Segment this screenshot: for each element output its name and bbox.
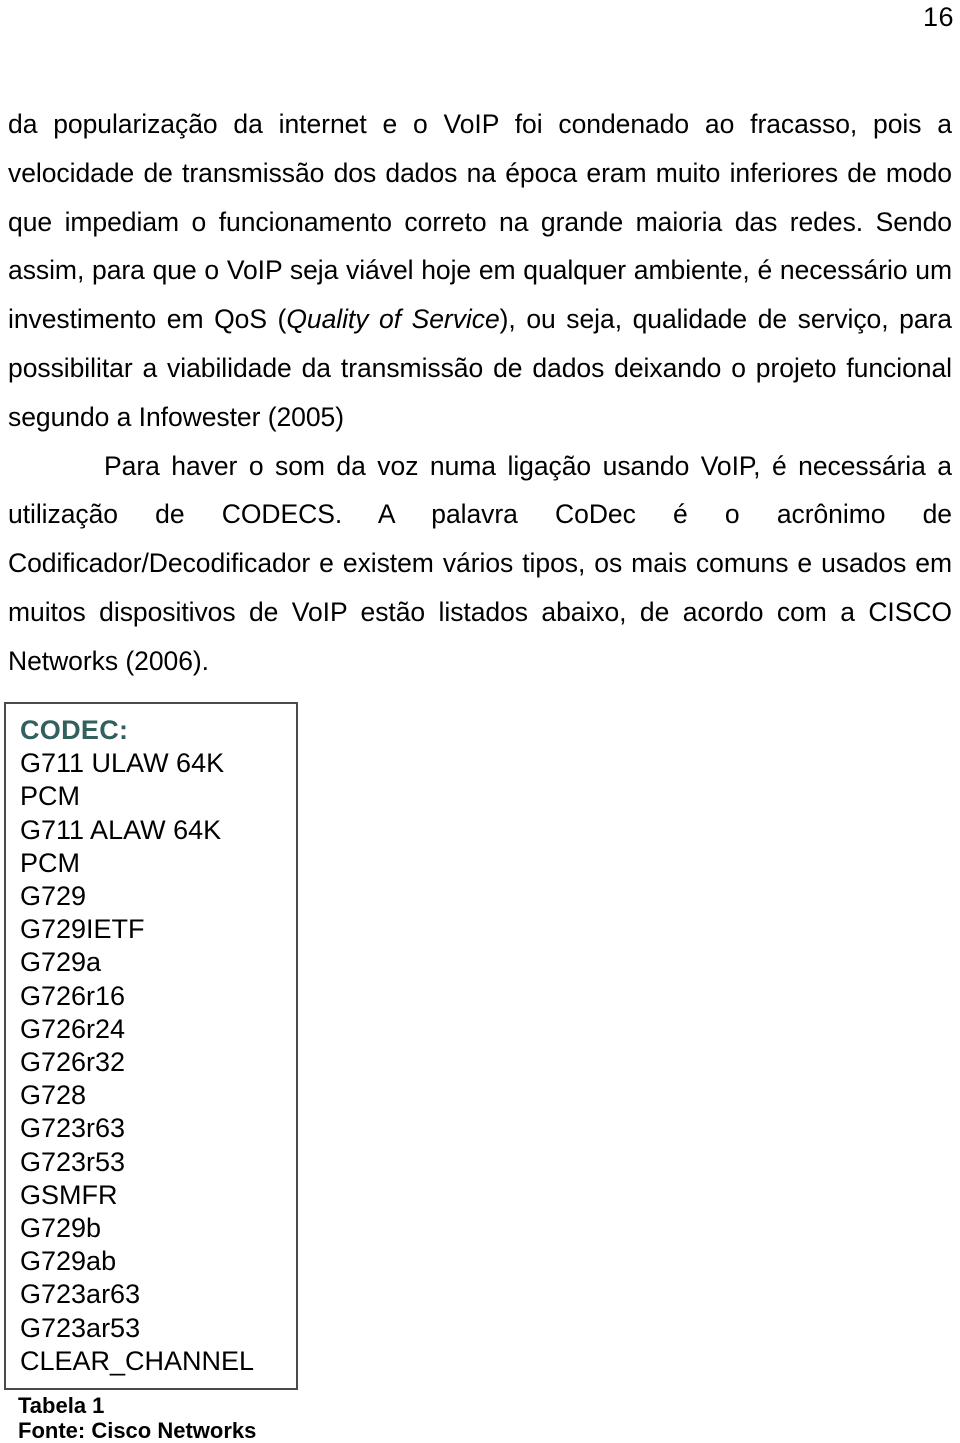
list-item: G729IETF: [20, 913, 296, 946]
list-item: G726r16: [20, 980, 296, 1013]
list-item: G728: [20, 1079, 296, 1112]
list-item: G723r63: [20, 1112, 296, 1145]
codec-list: CODEC: G711 ULAW 64K PCM G711 ALAW 64K P…: [6, 704, 296, 1378]
list-item: G726r24: [20, 1013, 296, 1046]
list-item: G723ar53: [20, 1312, 296, 1345]
document-body: da popularização da internet e o VoIP fo…: [8, 100, 952, 686]
list-item: G729a: [20, 946, 296, 979]
list-item: G723ar63: [20, 1278, 296, 1311]
table-caption-label: Tabela 1: [18, 1394, 518, 1419]
list-item: G729ab: [20, 1245, 296, 1278]
list-item: G723r53: [20, 1146, 296, 1179]
list-item: PCM: [20, 847, 296, 880]
list-item: G726r32: [20, 1046, 296, 1079]
paragraph-1: da popularização da internet e o VoIP fo…: [8, 100, 952, 442]
list-item: CLEAR_CHANNEL: [20, 1345, 296, 1378]
list-item: G729b: [20, 1212, 296, 1245]
table-caption: Tabela 1 Fonte: Cisco Networks: [18, 1394, 518, 1443]
list-item: G711 ALAW 64K: [20, 814, 296, 847]
table-caption-source: Fonte: Cisco Networks: [18, 1419, 518, 1443]
paragraph-1-run-italic: Quality of Service: [286, 304, 499, 334]
codec-table-heading: CODEC:: [20, 714, 296, 747]
list-item: G729: [20, 880, 296, 913]
paragraph-2: Para haver o som da voz numa ligação usa…: [8, 442, 952, 686]
codec-table: CODEC: G711 ULAW 64K PCM G711 ALAW 64K P…: [4, 702, 298, 1390]
list-item: PCM: [20, 780, 296, 813]
list-item: GSMFR: [20, 1179, 296, 1212]
page-number: 16: [923, 2, 954, 32]
list-item: G711 ULAW 64K: [20, 747, 296, 780]
paragraph-1-run-1: da popularização da internet e o VoIP fo…: [8, 109, 952, 334]
